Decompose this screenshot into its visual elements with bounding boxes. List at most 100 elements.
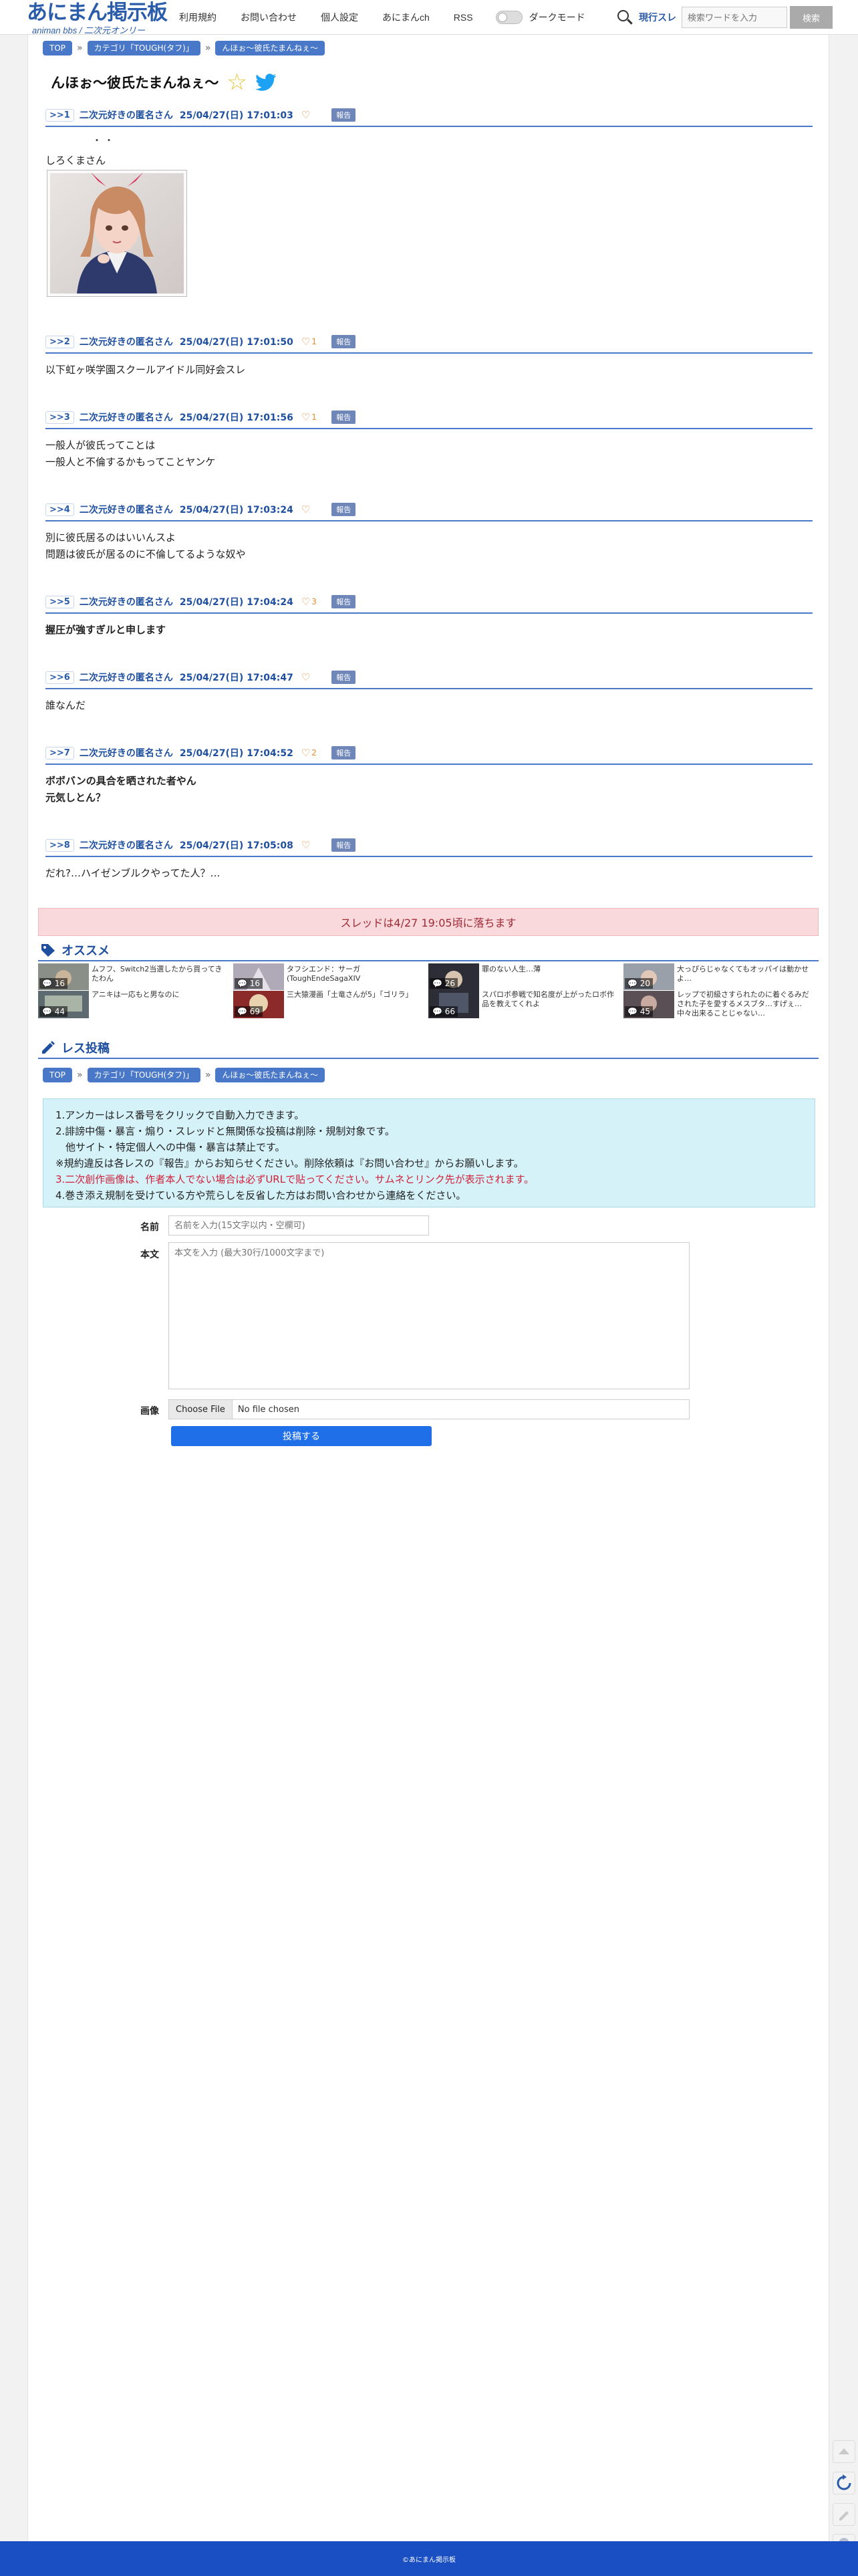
post-header: >>7 二次元好きの匿名さん 25/04/27(日) 17:04:52 ♡ 2 … [45, 745, 813, 765]
submit-button[interactable]: 投稿する [171, 1426, 432, 1446]
recommend-title-2[interactable]: スパロボ参戦で知名度が上がったロボ作品を教えてくれよ [482, 990, 619, 1009]
like-heart-icon[interactable]: ♡ [301, 503, 310, 515]
breadcrumb-category[interactable]: カテゴリ「TOUGH(タフ)」 [87, 41, 200, 55]
report-button[interactable]: 報告 [331, 746, 356, 759]
reply-count: 💬 69 [235, 1006, 263, 1017]
logo-title: あにまん掲示板 [27, 1, 168, 24]
post-line: しろくまさん [45, 154, 106, 166]
breadcrumb-bottom: TOP » カテゴリ「TOUGH(タフ)」 » んほぉ〜彼氏たまんねぇ〜 [43, 1068, 325, 1082]
reload-icon[interactable] [833, 2472, 855, 2494]
breadcrumb-top[interactable]: TOP [43, 41, 73, 55]
post-date: 25/04/27(日) 17:03:24 [179, 505, 293, 515]
like-heart-icon[interactable]: ♡ [301, 336, 310, 348]
like-heart-icon[interactable]: ♡ [301, 747, 310, 759]
reply-count: 💬 44 [39, 1006, 68, 1017]
post-line: 以下虹ヶ咲学園スクールアイドル同好会スレ [45, 364, 246, 376]
like-heart-icon[interactable]: ♡ [301, 671, 310, 683]
poster-name: 二次元好きの匿名さん [79, 110, 173, 121]
poster-name: 二次元好きの匿名さん [79, 748, 173, 759]
main-nav: 利用規約 お問い合わせ 個人設定 あにまんch RSS ダークモード [167, 0, 585, 35]
search-icon[interactable] [615, 7, 635, 27]
post-number[interactable]: >>7 [45, 746, 74, 759]
recommend-item[interactable]: 💬 26 💬 66 罪のない人生…薄 スパロボ参戦で知名度が上がったロボ作品を教… [428, 963, 621, 1018]
report-button[interactable]: 報告 [331, 335, 356, 348]
post-header: >>4 二次元好きの匿名さん 25/04/27(日) 17:03:24 ♡ 報告 [45, 501, 813, 521]
post-header: >>1 二次元好きの匿名さん 25/04/27(日) 17:01:03 ♡ 報告 [45, 107, 813, 127]
post-form-divider [38, 1058, 819, 1059]
thread-title: んほぉ〜彼氏たまんねぇ〜 [51, 75, 219, 91]
recommend-title-2[interactable]: レップで初級さすられたのに着ぐるみだされた子を愛するメスブタ…すげぇ…中々出来る… [677, 990, 815, 1018]
body-textarea[interactable] [168, 1242, 690, 1389]
report-button[interactable]: 報告 [331, 595, 356, 608]
recommend-thumbnail: 💬 16 💬 69 [233, 963, 284, 1018]
search-button[interactable]: 検索 [790, 6, 833, 29]
like-heart-icon[interactable]: ♡ [301, 109, 310, 121]
edit-icon[interactable] [833, 2503, 855, 2526]
breadcrumb-thread[interactable]: んほぉ〜彼氏たまんねぇ〜 [215, 41, 325, 55]
reply-count: 💬 20 [625, 978, 654, 989]
recommend-item[interactable]: 💬 16 💬 69 タフシエンド：サーガ(ToughEndeSagaXIV 三大… [233, 963, 426, 1018]
nav-animanch[interactable]: あにまんch [382, 11, 430, 24]
name-label: 名前 [140, 1222, 159, 1233]
breadcrumb-category[interactable]: カテゴリ「TOUGH(タフ)」 [87, 1068, 200, 1082]
recommend-item[interactable]: 💬 20 💬 45 大っぴらじゃなくてもオッパイは動かせよ… レップで初級さすら… [623, 963, 816, 1018]
post-number[interactable]: >>4 [45, 503, 74, 516]
nav-terms[interactable]: 利用規約 [179, 11, 217, 24]
darkmode-toggle[interactable] [495, 11, 523, 24]
search-input[interactable] [682, 7, 787, 28]
report-button[interactable]: 報告 [331, 108, 356, 122]
rule-line: 4.巻き添え規制を受けている方や荒らしを反省した方はお問い合わせから連絡をくださ… [55, 1189, 466, 1201]
nav-contact[interactable]: お問い合わせ [241, 11, 297, 24]
nav-rss[interactable]: RSS [454, 12, 473, 23]
nav-settings[interactable]: 個人設定 [321, 11, 358, 24]
like-count: 2 [311, 748, 317, 757]
twitter-icon[interactable] [255, 74, 277, 91]
recommend-title-2[interactable]: アニキは一応もと男なのに [92, 990, 229, 1000]
name-input[interactable] [168, 1215, 429, 1236]
like-heart-icon[interactable]: ♡ [301, 839, 310, 851]
report-button[interactable]: 報告 [331, 503, 356, 516]
poster-name: 二次元好きの匿名さん [79, 337, 173, 348]
post-number[interactable]: >>5 [45, 595, 74, 608]
like-count: 1 [311, 413, 317, 422]
image-label: 画像 [140, 1406, 159, 1417]
reply-count: 💬 45 [625, 1006, 654, 1017]
post-image[interactable] [47, 170, 187, 297]
recommend-title-1[interactable]: タフシエンド：サーガ(ToughEndeSagaXIV [287, 965, 424, 983]
post-date: 25/04/27(日) 17:01:56 [179, 413, 293, 423]
post-body: 以下虹ヶ咲学園スクールアイドル同好会スレ [45, 362, 813, 378]
like-heart-icon[interactable]: ♡ [301, 411, 310, 423]
post-number[interactable]: >>1 [45, 108, 74, 122]
choose-file-button[interactable]: Choose File [169, 1400, 233, 1419]
recommend-title-1[interactable]: ムフフ、Switch2当選したから買ってきたわん [92, 965, 229, 983]
recommend-title-2[interactable]: 三大猿漫画「土竜さんが5」「ゴリラ」 [287, 990, 424, 1000]
breadcrumb-top[interactable]: TOP [43, 1068, 73, 1082]
post-number[interactable]: >>2 [45, 335, 74, 348]
site-logo[interactable]: あにまん掲示板 animan bbs / 二次元オンリー [27, 1, 168, 36]
poster-name: 二次元好きの匿名さん [79, 505, 173, 515]
post-body: 誰なんだ [45, 697, 813, 714]
report-button[interactable]: 報告 [331, 838, 356, 852]
recommend-divider [38, 960, 819, 961]
scroll-top-icon[interactable] [833, 2440, 855, 2463]
like-count: 3 [311, 597, 317, 606]
recommend-title-1[interactable]: 罪のない人生…薄 [482, 965, 619, 974]
site-footer: ©あにまん掲示板 [0, 2541, 858, 2576]
post-number[interactable]: >>6 [45, 671, 74, 684]
post-number[interactable]: >>8 [45, 838, 74, 852]
report-button[interactable]: 報告 [331, 671, 356, 684]
recommend-item[interactable]: 💬 16 💬 44 ムフフ、Switch2当選したから買ってきたわん アニキは一… [38, 963, 231, 1018]
post-number[interactable]: >>3 [45, 411, 74, 424]
search-scope[interactable]: 現行スレ [639, 11, 676, 24]
post-4: >>4 二次元好きの匿名さん 25/04/27(日) 17:03:24 ♡ 報告… [45, 501, 813, 563]
breadcrumb-thread[interactable]: んほぉ〜彼氏たまんねぇ〜 [215, 1068, 325, 1082]
post-header: >>5 二次元好きの匿名さん 25/04/27(日) 17:04:24 ♡ 3 … [45, 594, 813, 614]
post-body: ボボバンの具合を晒された者やん 元気しとん？ [45, 773, 813, 806]
report-button[interactable]: 報告 [331, 411, 356, 424]
post-1: >>1 二次元好きの匿名さん 25/04/27(日) 17:01:03 ♡ 報告… [45, 107, 813, 297]
poster-name: 二次元好きの匿名さん [79, 673, 173, 683]
favorite-star-icon[interactable]: ☆ [227, 71, 247, 94]
recommend-title-1[interactable]: 大っぴらじゃなくてもオッパイは動かせよ… [677, 965, 815, 983]
like-heart-icon[interactable]: ♡ [301, 596, 310, 608]
poster-name: 二次元好きの匿名さん [79, 413, 173, 423]
